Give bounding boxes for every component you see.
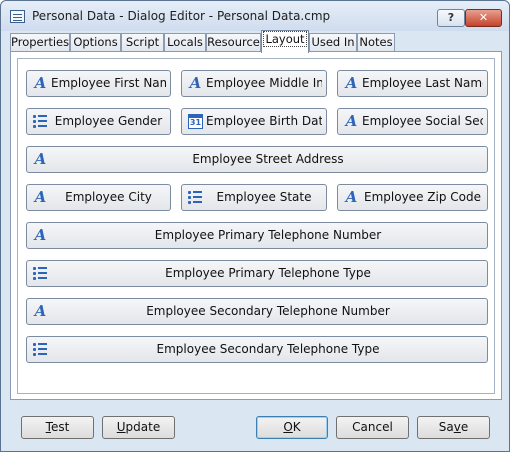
list-icon: [33, 114, 48, 129]
cancel-button[interactable]: Cancel: [336, 416, 409, 439]
field-label: Employee Gender: [54, 114, 163, 128]
field-employee-primary-telephone-number[interactable]: A Employee Primary Telephone Number: [26, 222, 488, 249]
field-label: Employee Last Name: [362, 76, 483, 90]
tab-label: Locals: [167, 35, 203, 49]
field-label: Employee First Name: [51, 76, 166, 90]
list-icon: [33, 342, 48, 357]
text-field-icon: A: [345, 74, 358, 92]
field-employee-state[interactable]: Employee State: [181, 184, 327, 211]
field-employee-primary-telephone-type[interactable]: Employee Primary Telephone Type: [26, 260, 488, 287]
tab-resource[interactable]: Resource: [206, 33, 261, 52]
field-employee-middle-initial[interactable]: A Employee Middle In...: [181, 70, 327, 97]
tab-properties[interactable]: Properties: [10, 33, 70, 52]
button-label: e: [460, 420, 469, 434]
field-label: Employee Middle In...: [206, 76, 322, 90]
mnemonic: U: [116, 420, 126, 434]
button-label: Cancel: [352, 420, 393, 434]
field-label: Employee State: [216, 190, 312, 204]
text-field-icon: A: [34, 74, 47, 92]
button-label: Sa: [438, 420, 454, 434]
update-button[interactable]: Update: [102, 416, 175, 439]
button-label: est: [50, 420, 70, 434]
field-label: Employee Social Sec...: [362, 114, 483, 128]
layout-panel: A Employee First Name A Employee Middle …: [10, 51, 502, 400]
tab-label: Options: [73, 35, 118, 49]
layout-canvas: A Employee First Name A Employee Middle …: [17, 58, 495, 394]
field-employee-city[interactable]: A Employee City: [26, 184, 171, 211]
close-button[interactable]: ✕: [465, 9, 502, 27]
tab-locals[interactable]: Locals: [164, 33, 206, 52]
tab-label: Layout: [263, 31, 307, 47]
tab-label: Resource: [207, 35, 260, 49]
list-icon: [33, 266, 48, 281]
tab-label: Script: [125, 35, 160, 49]
text-field-icon: A: [189, 74, 202, 92]
window-title: Personal Data - Dialog Editor - Personal…: [32, 9, 331, 23]
field-label: Employee Birth Date: [206, 114, 322, 128]
field-employee-secondary-telephone-type[interactable]: Employee Secondary Telephone Type: [26, 336, 488, 363]
dialog-editor-icon: [10, 10, 25, 23]
tab-notes[interactable]: Notes: [357, 33, 395, 52]
field-employee-first-name[interactable]: A Employee First Name: [26, 70, 171, 97]
tab-options[interactable]: Options: [70, 33, 121, 52]
tab-label: Notes: [359, 35, 393, 49]
field-employee-gender[interactable]: Employee Gender: [26, 108, 171, 135]
field-label: Employee Secondary Telephone Type: [156, 342, 380, 356]
calendar-icon: 31: [188, 114, 203, 129]
tab-label: Properties: [11, 35, 70, 49]
field-label: Employee Primary Telephone Type: [165, 266, 371, 280]
dialog-window: Personal Data - Dialog Editor - Personal…: [0, 0, 510, 452]
field-employee-last-name[interactable]: A Employee Last Name: [337, 70, 488, 97]
text-field-icon: A: [345, 188, 358, 206]
title-bar[interactable]: Personal Data - Dialog Editor - Personal…: [1, 1, 509, 31]
field-label: Employee Street Address: [192, 152, 344, 166]
field-employee-secondary-telephone-number[interactable]: A Employee Secondary Telephone Number: [26, 298, 488, 325]
mnemonic: v: [453, 420, 461, 434]
tab-used-in[interactable]: Used In: [309, 33, 357, 52]
ok-button[interactable]: OK: [256, 416, 328, 439]
button-label: pdate: [125, 420, 161, 434]
calendar-day: 31: [189, 118, 202, 127]
field-employee-street-address[interactable]: A Employee Street Address: [26, 146, 488, 173]
field-employee-social-security[interactable]: A Employee Social Sec...: [337, 108, 488, 135]
field-employee-birth-date[interactable]: 31 Employee Birth Date: [181, 108, 327, 135]
field-label: Employee City: [65, 190, 152, 204]
help-button[interactable]: ?: [437, 9, 465, 27]
tab-layout[interactable]: Layout: [261, 30, 309, 53]
field-label: Employee Primary Telephone Number: [154, 228, 382, 242]
field-label: Employee Secondary Telephone Number: [146, 304, 390, 318]
tab-script[interactable]: Script: [121, 33, 164, 52]
text-field-icon: A: [34, 302, 47, 320]
text-field-icon: A: [34, 188, 47, 206]
mnemonic: O: [283, 420, 293, 434]
tab-label: Used In: [311, 35, 355, 49]
field-employee-zip-code[interactable]: A Employee Zip Code: [337, 184, 488, 211]
text-field-icon: A: [345, 112, 358, 130]
text-field-icon: A: [34, 150, 47, 168]
field-label: Employee Zip Code: [364, 190, 481, 204]
text-field-icon: A: [34, 226, 47, 244]
save-button[interactable]: Save: [417, 416, 490, 439]
list-icon: [188, 190, 203, 205]
button-label: K: [292, 420, 301, 434]
test-button[interactable]: Test: [21, 416, 94, 439]
